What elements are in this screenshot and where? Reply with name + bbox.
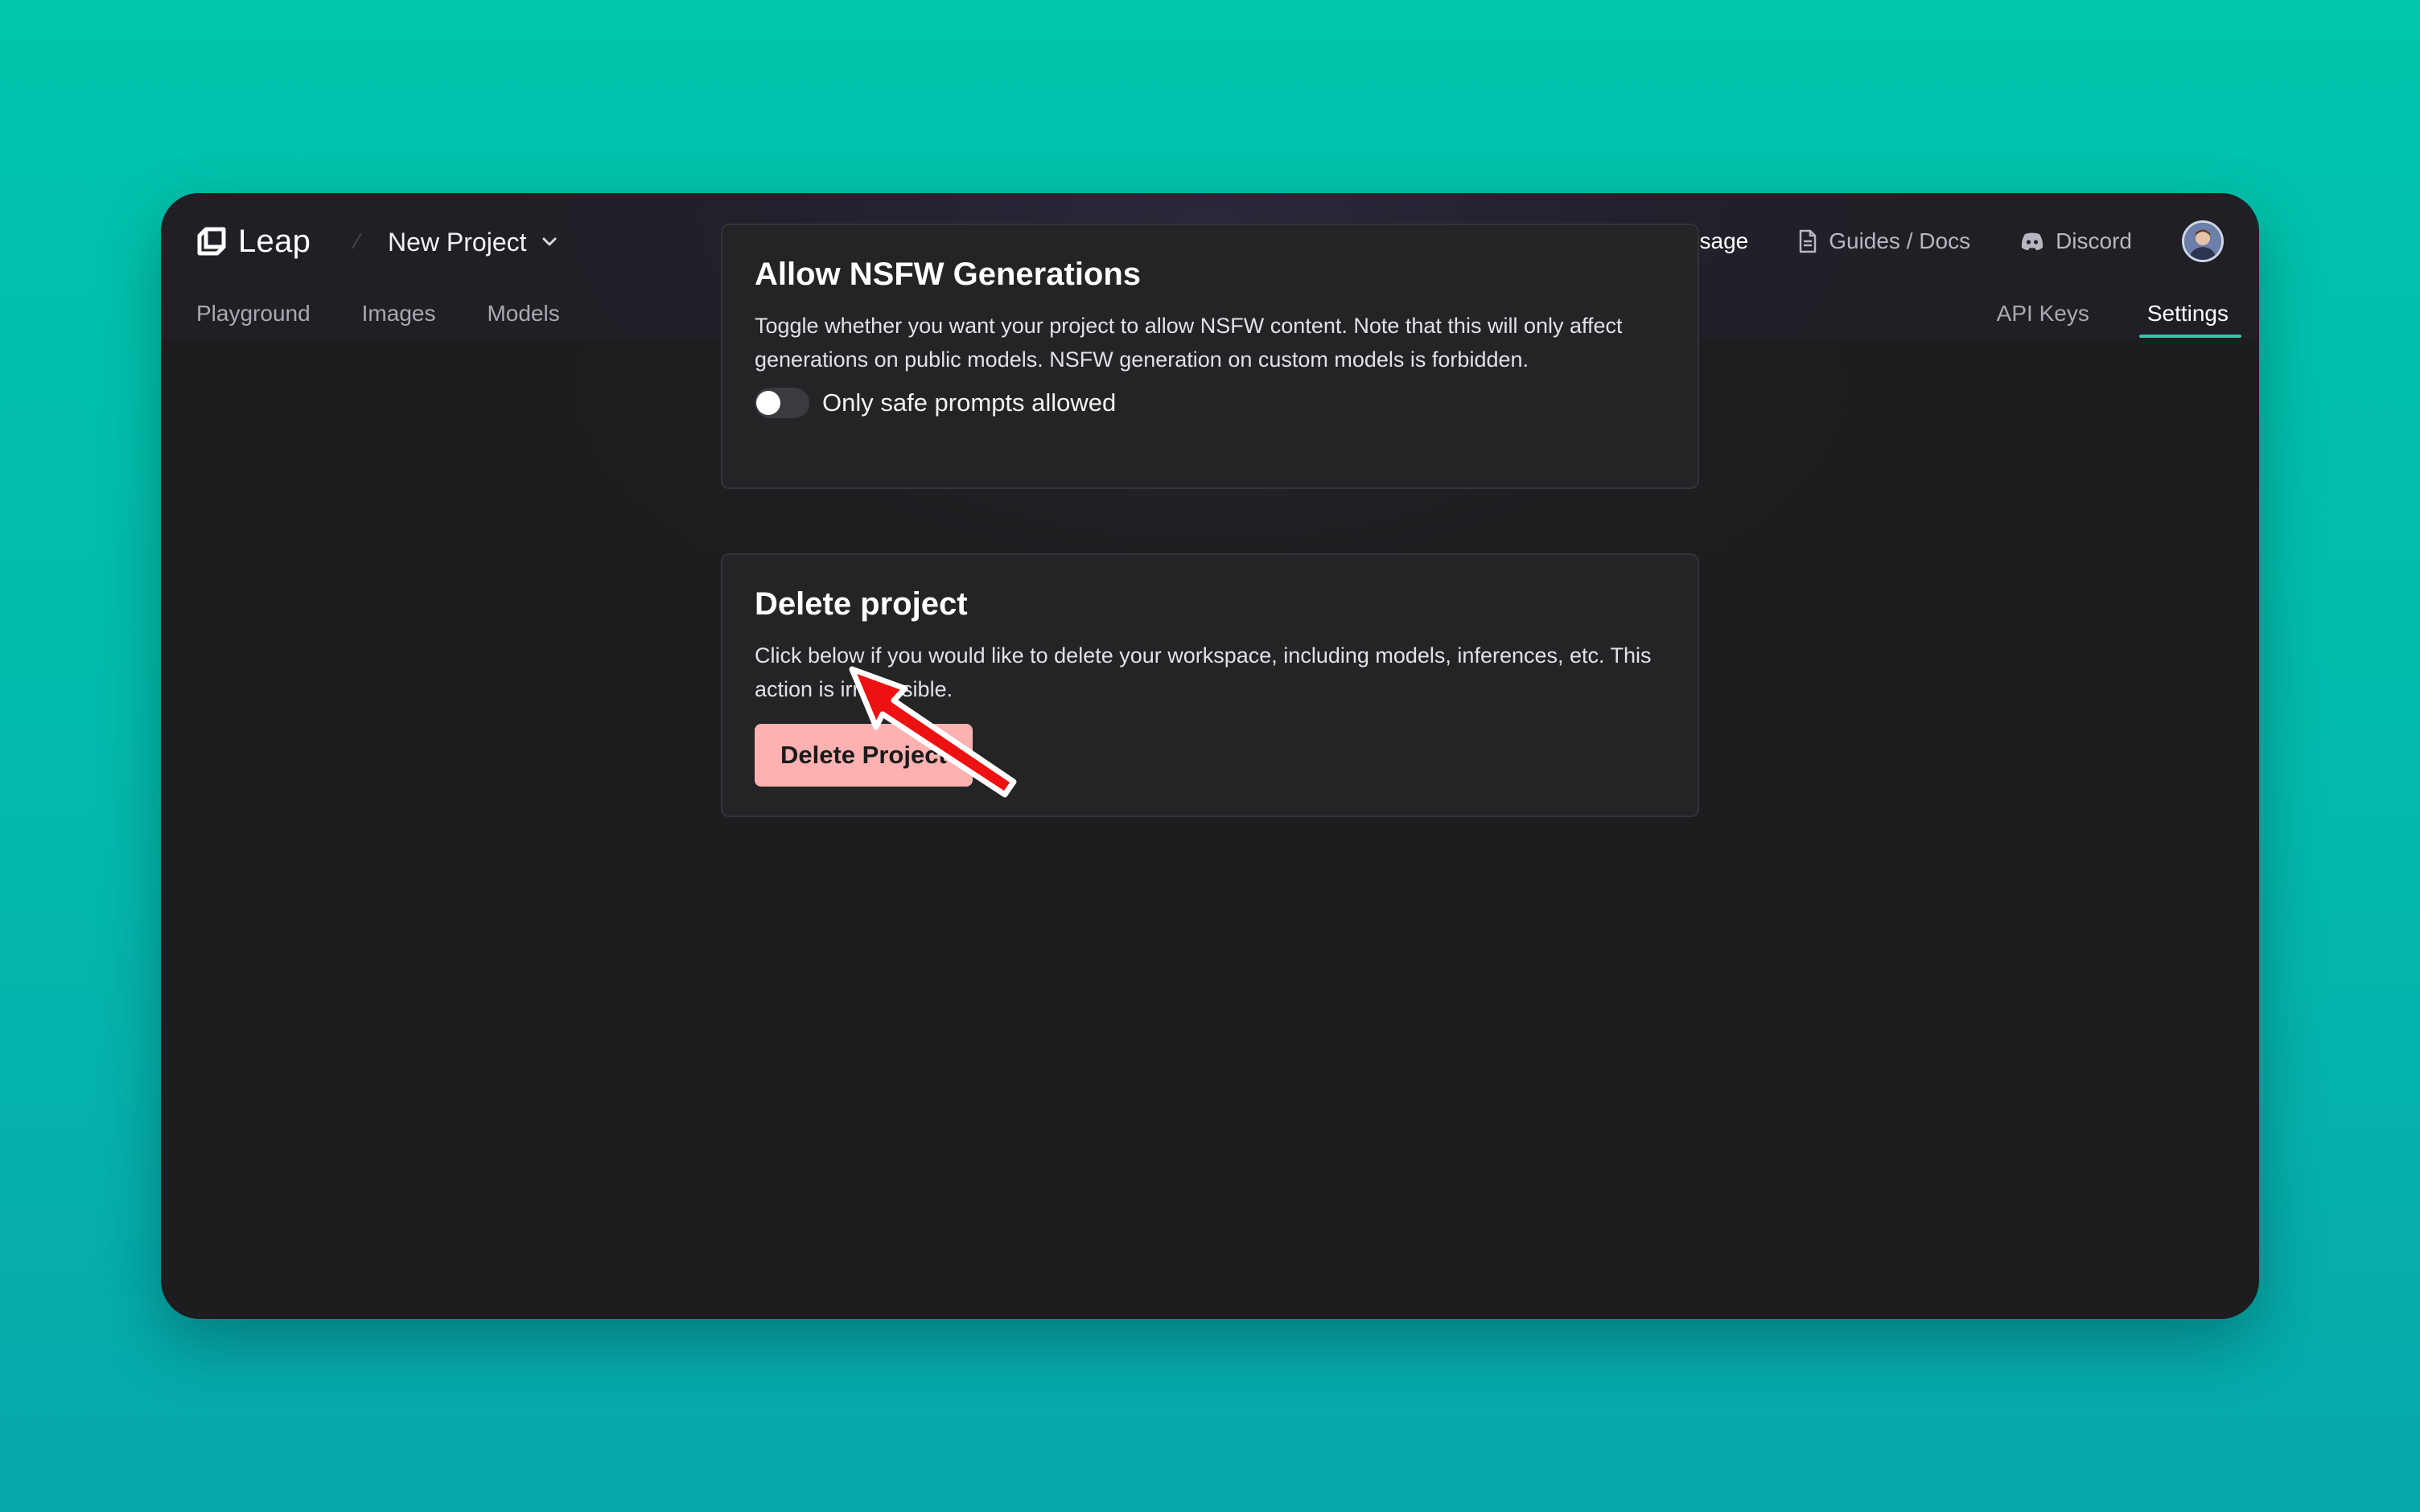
guides-docs-label: Guides / Docs: [1829, 228, 1971, 253]
discord-icon: [2020, 232, 2044, 251]
discord-link[interactable]: Discord: [2020, 228, 2132, 254]
tab-images[interactable]: Images: [356, 291, 442, 336]
tab-playground[interactable]: Playground: [190, 291, 317, 336]
nsfw-toggle-label: Only safe prompts allowed: [822, 388, 1117, 417]
nsfw-toggle[interactable]: [755, 388, 809, 418]
avatar[interactable]: [2182, 220, 2224, 262]
header-divider: [352, 232, 362, 249]
chevron-down-icon: [541, 236, 558, 248]
brand[interactable]: Leap: [196, 217, 311, 265]
project-selector[interactable]: New Project: [388, 219, 558, 265]
document-icon: [1798, 229, 1817, 253]
tab-models[interactable]: Models: [480, 291, 566, 336]
nsfw-settings-card: Allow NSFW Generations Toggle whether yo…: [721, 224, 1699, 489]
brand-name: Leap: [238, 223, 311, 259]
primary-nav: Playground Images Models: [190, 291, 605, 336]
nsfw-card-title: Allow NSFW Generations: [755, 257, 1142, 292]
nsfw-toggle-row: Only safe prompts allowed: [755, 388, 1665, 418]
red-arrow-icon: [837, 659, 1078, 820]
tab-settings[interactable]: Settings: [2138, 291, 2242, 338]
guides-docs-link[interactable]: Guides / Docs: [1798, 228, 1970, 254]
secondary-nav: API Keys Settings: [1945, 291, 2242, 338]
delete-card-title: Delete project: [755, 586, 968, 622]
nsfw-card-description: Toggle whether you want your project to …: [755, 314, 1623, 372]
leap-logo-icon: [196, 226, 227, 257]
project-name: New Project: [388, 227, 527, 257]
tab-api-keys[interactable]: API Keys: [1990, 291, 2096, 336]
toggle-knob: [756, 391, 780, 415]
discord-label: Discord: [2056, 228, 2132, 253]
